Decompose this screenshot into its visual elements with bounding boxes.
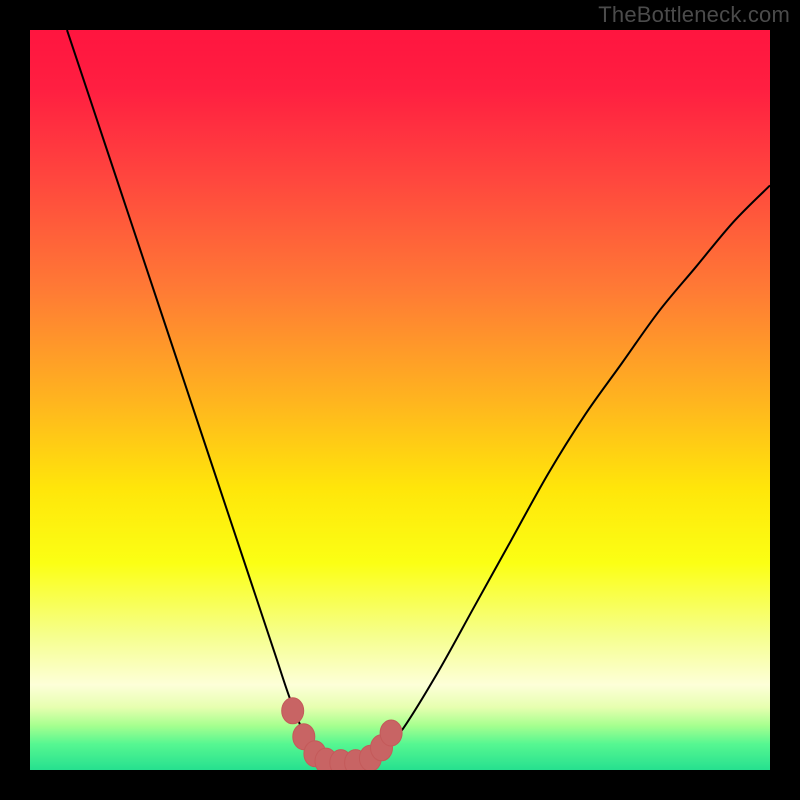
chart-frame: TheBottleneck.com [0,0,800,800]
optimal-marker [282,698,304,724]
plot-area [30,30,770,770]
gradient-background [30,30,770,770]
optimal-marker [380,720,402,746]
watermark-text: TheBottleneck.com [598,2,790,28]
bottleneck-chart [30,30,770,770]
